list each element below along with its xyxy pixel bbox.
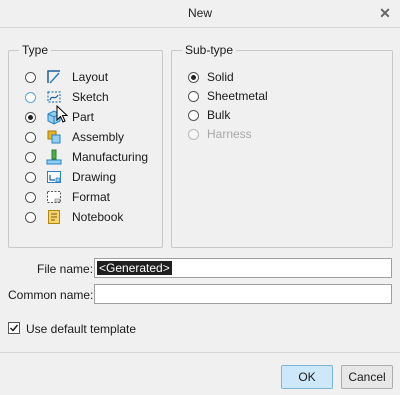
harness-radio	[188, 128, 199, 140]
notebook-icon	[48, 210, 60, 224]
subtype-option-bulk[interactable]: Bulk	[188, 105, 230, 125]
file-name-input[interactable]: <Generated>	[94, 258, 392, 278]
sheetmetal-radio[interactable]	[188, 90, 199, 102]
type-option-label: Manufacturing	[72, 150, 149, 164]
type-option-label: Sketch	[72, 90, 109, 104]
type-option-drawing[interactable]: Drawing	[25, 167, 116, 187]
manufacturing-radio[interactable]	[25, 151, 36, 163]
default-template-label: Use default template	[26, 322, 137, 336]
part-radio[interactable]	[25, 111, 36, 123]
drawing-icon	[47, 171, 61, 183]
sketch-radio[interactable]	[25, 91, 36, 103]
cancel-button[interactable]: Cancel	[341, 365, 393, 389]
drawing-radio[interactable]	[25, 171, 36, 183]
subtype-group-legend: Sub-type	[182, 43, 237, 57]
type-option-format[interactable]: Format	[25, 187, 110, 207]
subtype-option-label: Sheetmetal	[207, 89, 268, 103]
title-bar: New ✕	[0, 0, 400, 28]
check-icon	[9, 324, 19, 332]
type-option-label: Format	[72, 190, 111, 204]
subtype-option-solid[interactable]: Solid	[188, 67, 234, 87]
layout-radio[interactable]	[25, 71, 36, 83]
dialog-footer: OK Cancel	[0, 352, 400, 395]
subtype-option-label: Bulk	[207, 108, 231, 122]
subtype-group: Sub-type Solid Sheetmetal Bulk Harness	[171, 43, 393, 248]
file-name-label: File name:	[37, 262, 94, 276]
solid-radio[interactable]	[188, 71, 199, 83]
type-option-layout[interactable]: Layout	[25, 67, 108, 87]
layout-icon	[47, 70, 60, 84]
subtype-option-sheetmetal[interactable]: Sheetmetal	[188, 86, 268, 106]
manufacturing-icon	[46, 149, 62, 165]
common-name-label: Common name:	[8, 288, 94, 302]
subtype-option-label: Harness	[207, 127, 252, 141]
file-name-value: <Generated>	[97, 261, 172, 275]
format-icon	[47, 191, 61, 203]
common-name-input[interactable]	[94, 284, 392, 304]
dialog-title: New	[187, 6, 212, 20]
type-option-label: Part	[72, 110, 95, 124]
subtype-option-label: Solid	[207, 70, 234, 84]
type-group-legend: Type	[19, 43, 52, 57]
type-option-label: Layout	[72, 70, 109, 84]
assembly-radio[interactable]	[25, 131, 36, 143]
type-option-assembly[interactable]: Assembly	[25, 127, 124, 147]
assembly-icon	[47, 130, 61, 144]
subtype-option-harness: Harness	[188, 124, 252, 144]
sketch-icon	[47, 91, 61, 103]
type-option-notebook[interactable]: Notebook	[25, 207, 123, 227]
type-option-label: Assembly	[72, 130, 125, 144]
type-group: Type Layout Sketch Part Assembly Manufac…	[8, 43, 163, 248]
type-option-label: Drawing	[72, 170, 117, 184]
format-radio[interactable]	[25, 191, 36, 203]
type-option-manufacturing[interactable]: Manufacturing	[25, 147, 148, 167]
close-icon[interactable]: ✕	[376, 4, 394, 22]
mouse-cursor-icon	[56, 105, 68, 123]
type-option-label: Notebook	[72, 210, 124, 224]
notebook-radio[interactable]	[25, 211, 36, 223]
bulk-radio[interactable]	[188, 109, 199, 121]
type-option-sketch[interactable]: Sketch	[25, 87, 109, 107]
ok-button[interactable]: OK	[281, 365, 333, 389]
default-template-checkbox[interactable]	[8, 322, 20, 334]
